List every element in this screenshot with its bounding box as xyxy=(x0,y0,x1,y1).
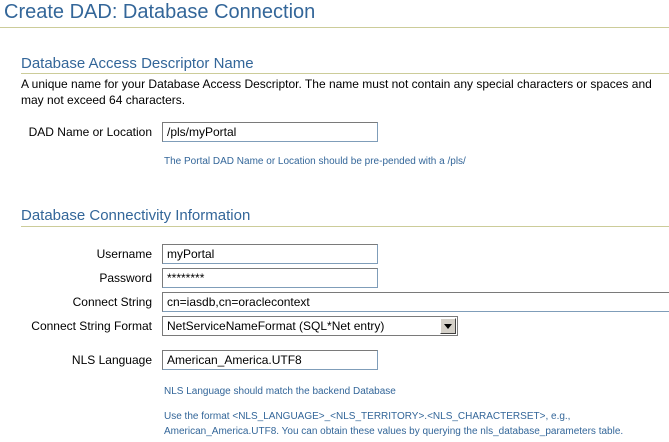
nls-language-input[interactable]: American_America.UTF8 xyxy=(162,350,378,370)
title-divider xyxy=(0,27,669,28)
dad-description: A unique name for your Database Access D… xyxy=(21,77,652,107)
connect-string-format-value: NetServiceNameFormat (SQL*Net entry) xyxy=(167,319,385,333)
username-label: Username xyxy=(96,247,152,261)
connect-string-input[interactable]: cn=iasdb,cn=oraclecontext xyxy=(162,292,669,312)
password-input[interactable]: ******** xyxy=(162,268,378,288)
dad-name-label: DAD Name or Location xyxy=(28,125,152,139)
connect-string-format-select[interactable]: NetServiceNameFormat (SQL*Net entry) xyxy=(162,316,458,336)
nls-language-label: NLS Language xyxy=(71,353,152,367)
nls-format-tip-line2: American_America.UTF8. You can obtain th… xyxy=(164,426,624,437)
chevron-down-icon-glyph xyxy=(444,324,452,329)
connect-string-label: Connect String xyxy=(72,295,152,309)
connect-string-format-label: Connect String Format xyxy=(31,319,152,333)
connectivity-section-heading: Database Connectivity Information xyxy=(21,207,251,224)
dad-section-divider xyxy=(21,73,669,74)
connectivity-section-divider xyxy=(21,226,669,227)
page-title: Create DAD: Database Connection xyxy=(4,1,316,23)
chevron-down-icon[interactable] xyxy=(440,318,456,334)
nls-language-tip: NLS Language should match the backend Da… xyxy=(164,386,396,397)
dad-section-heading: Database Access Descriptor Name xyxy=(21,55,254,72)
username-input[interactable]: myPortal xyxy=(162,244,378,264)
dad-name-input[interactable]: /pls/myPortal xyxy=(162,122,378,142)
dad-name-tip: The Portal DAD Name or Location should b… xyxy=(164,156,466,167)
password-label: Password xyxy=(99,271,152,285)
nls-format-tip-line1: Use the format <NLS_LANGUAGE>_<NLS_TERRI… xyxy=(164,411,571,422)
